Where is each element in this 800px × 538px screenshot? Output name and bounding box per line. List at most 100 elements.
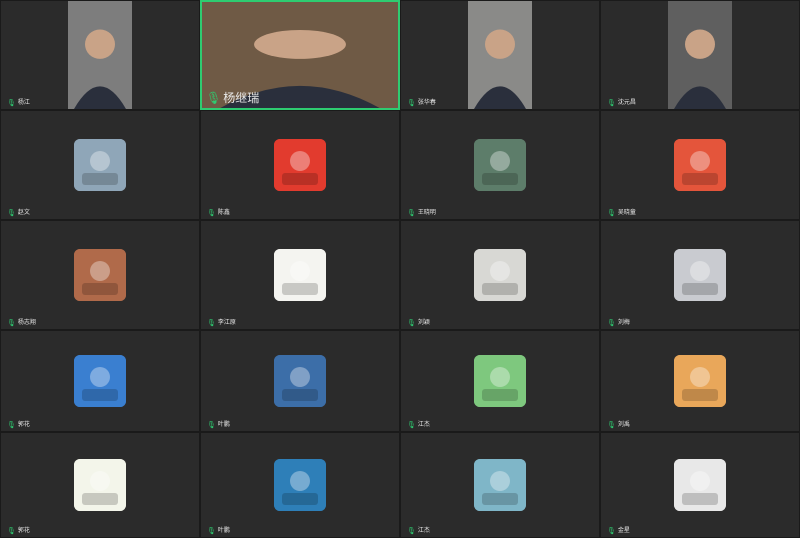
participant-name-label: 李江原 [217, 319, 236, 326]
microphone-icon: 🎙 [607, 319, 616, 327]
participant-name: 🎙 刘梅 [607, 319, 630, 327]
participant-name: 🎙 赵文 [7, 209, 30, 217]
participant-tile[interactable]: 🎙 刘梅 [600, 220, 800, 330]
child-drawing-icon [274, 249, 326, 301]
microphone-icon: 🎙 [7, 527, 16, 535]
microphone-icon: 🎙 [407, 319, 416, 327]
participant-name-label: 杨志翔 [17, 319, 36, 326]
participant-tile[interactable]: 🎙 刘颖 [400, 220, 600, 330]
participant-name-label: 金星 [617, 527, 630, 534]
video-grid: 🎙 杨江 🎙 杨继瑞 🎙 张华春 🎙 沈元昌 🎙 赵文 🎙 陈鑫 🎙 王晓明 🎙 吴晓童 🎙 杨志翔 🎙 李江原 🎙 刘颖… [0, 0, 800, 538]
building-photo-icon [474, 249, 526, 301]
cartoon-man-icon [474, 355, 526, 407]
cartoon-boy-icon [274, 139, 326, 191]
participant-tile[interactable]: 🎙 李江原 [200, 220, 400, 330]
microphone-icon: 🎙 [607, 421, 616, 429]
planet-landscape-icon [74, 249, 126, 301]
microphone-icon: 🎙 [7, 319, 16, 327]
microphone-icon: 🎙 [207, 421, 216, 429]
microphone-icon: 🎙 [407, 421, 416, 429]
participant-name: 🎙 杨继瑞 [206, 91, 259, 105]
participant-name-label: 叶鹏 [217, 421, 230, 428]
participant-name: 🎙 陈鑫 [207, 209, 230, 217]
participant-name: 🎙 吴晓童 [607, 209, 636, 217]
panda-mountain-icon [274, 459, 326, 511]
cartoon-child-icon [674, 139, 726, 191]
participant-name: 🎙 郭花 [7, 527, 30, 535]
participant-name: 🎙 江杰 [407, 527, 430, 535]
participant-tile[interactable]: 🎙 叶鹏 [200, 330, 400, 432]
participant-name-label: 江杰 [417, 421, 430, 428]
participant-tile[interactable]: 🎙 江杰 [400, 432, 600, 538]
participant-video [668, 1, 732, 109]
participant-name: 🎙 沈元昌 [607, 99, 636, 107]
participant-name-label: 郭花 [17, 527, 30, 534]
participant-name: 🎙 张华春 [407, 99, 436, 107]
microphone-icon: 🎙 [7, 99, 16, 107]
participant-tile[interactable]: 🎙 叶鹏 [200, 432, 400, 538]
participant-tile[interactable]: 🎙 沈元昌 [600, 0, 800, 110]
participant-name-label: 江杰 [417, 527, 430, 534]
participant-name: 🎙 王晓明 [407, 209, 436, 217]
microphone-icon: 🎙 [407, 209, 416, 217]
microphone-icon: 🎙 [207, 209, 216, 217]
shiba-dog-photo-icon [674, 355, 726, 407]
microphone-icon: 🎙 [206, 91, 222, 105]
microphone-icon: 🎙 [407, 99, 416, 107]
participant-tile[interactable]: 🎙 王晓明 [400, 110, 600, 220]
microphone-icon: 🎙 [607, 99, 616, 107]
flower-field-photo-icon [74, 355, 126, 407]
microphone-icon: 🎙 [207, 319, 216, 327]
participant-name-label: 张华春 [417, 99, 436, 106]
participant-tile[interactable]: 🎙 刘禹 [600, 330, 800, 432]
participant-name: 🎙 刘颖 [407, 319, 430, 327]
microphone-icon: 🎙 [207, 527, 216, 535]
microphone-icon: 🎙 [407, 527, 416, 535]
dog-snow-photo-icon [674, 249, 726, 301]
participant-tile[interactable]: 🎙 吴晓童 [600, 110, 800, 220]
participant-name: 🎙 杨志翔 [7, 319, 36, 327]
participant-name: 🎙 郭花 [7, 421, 30, 429]
participant-video [468, 1, 532, 109]
participant-tile[interactable]: 🎙 陈鑫 [200, 110, 400, 220]
participant-name-label: 刘颖 [417, 319, 430, 326]
river-town-photo-icon [474, 139, 526, 191]
participant-tile[interactable]: 🎙 杨继瑞 [200, 0, 400, 110]
participant-tile[interactable]: 🎙 杨志翔 [0, 220, 200, 330]
participant-name-label: 陈鑫 [217, 209, 230, 216]
participant-tile[interactable]: 🎙 张华春 [400, 0, 600, 110]
cartoon-cat-icon [74, 459, 126, 511]
participant-name: 🎙 叶鹏 [207, 421, 230, 429]
participant-name: 🎙 金星 [607, 527, 630, 535]
participant-tile[interactable]: 🎙 郭花 [0, 432, 200, 538]
microphone-icon: 🎙 [607, 209, 616, 217]
participant-name-label: 吴晓童 [617, 209, 636, 216]
participant-tile[interactable]: 🎙 赵文 [0, 110, 200, 220]
participant-name: 🎙 江杰 [407, 421, 430, 429]
mountain-view-photo-icon [274, 355, 326, 407]
participant-tile[interactable]: 🎙 江杰 [400, 330, 600, 432]
participant-name: 🎙 杨江 [7, 99, 30, 107]
participant-name-label: 王晓明 [417, 209, 436, 216]
participant-name-label: 叶鹏 [217, 527, 230, 534]
participant-name-label: 郭花 [17, 421, 30, 428]
participant-tile[interactable]: 🎙 杨江 [0, 0, 200, 110]
statue-photo-icon [74, 139, 126, 191]
participant-name-label: 赵文 [17, 209, 30, 216]
participant-name: 🎙 叶鹏 [207, 527, 230, 535]
participant-name: 🎙 刘禹 [607, 421, 630, 429]
participant-video [68, 1, 132, 109]
participant-name-label: 杨江 [17, 99, 30, 106]
microphone-icon: 🎙 [607, 527, 616, 535]
participant-name-label: 沈元昌 [617, 99, 636, 106]
participant-name-label: 杨继瑞 [223, 91, 260, 105]
participant-tile[interactable]: 🎙 金星 [600, 432, 800, 538]
rainbow-hands-icon [674, 459, 726, 511]
participant-name-label: 刘禹 [617, 421, 630, 428]
participant-name: 🎙 李江原 [207, 319, 236, 327]
participant-name-label: 刘梅 [617, 319, 630, 326]
beach-photo-icon [474, 459, 526, 511]
microphone-icon: 🎙 [7, 421, 16, 429]
microphone-icon: 🎙 [7, 209, 16, 217]
participant-tile[interactable]: 🎙 郭花 [0, 330, 200, 432]
